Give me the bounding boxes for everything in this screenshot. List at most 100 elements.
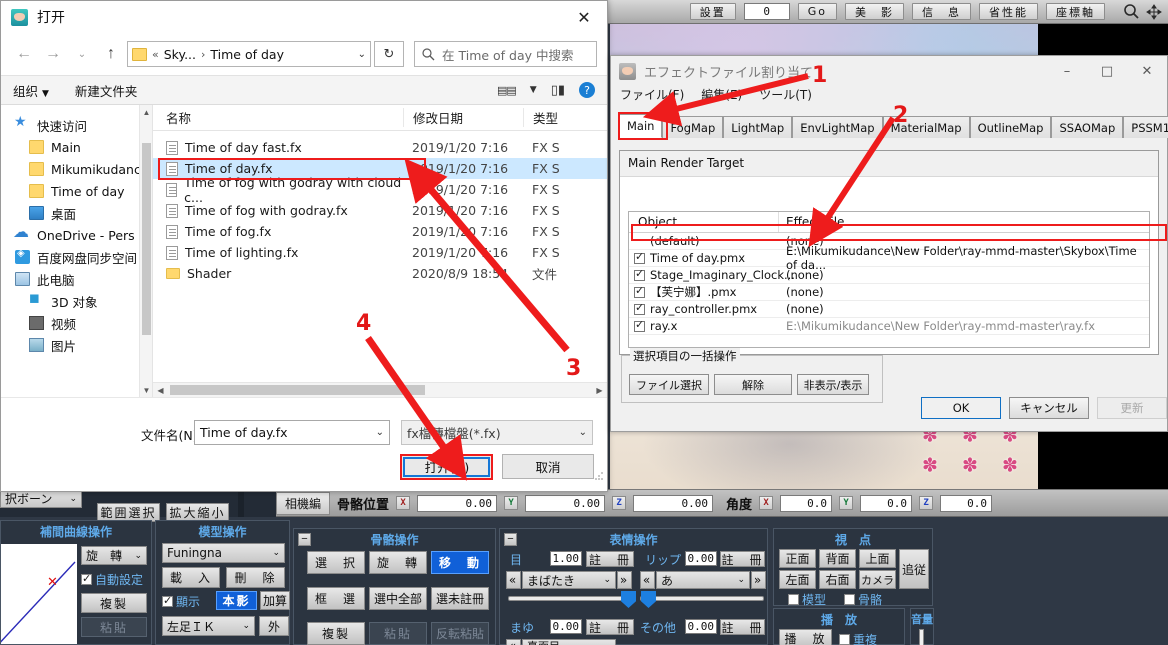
sidebar-item-7[interactable]: 此电脑 [1, 268, 152, 290]
file-row[interactable]: Time of lighting.fx 2019/1/20 7:16 FX S [153, 242, 607, 263]
view-right-button[interactable]: 右面 [819, 570, 856, 589]
view-bone-checkbox[interactable]: 骨骼 [844, 591, 882, 608]
sidebar-item-9[interactable]: 视频 [1, 312, 152, 334]
menu-edit[interactable]: 編集(E) [701, 86, 742, 106]
auto-set-checkbox[interactable]: 自動設定 [81, 571, 143, 588]
go-button[interactable]: Go [797, 3, 837, 20]
sidebar-item-8[interactable]: 3D 对象 [1, 290, 152, 312]
help-icon[interactable]: ? [579, 82, 595, 98]
close-icon[interactable]: ✕ [561, 1, 607, 33]
effect-button[interactable]: 美 影 [845, 3, 904, 20]
eye-slider-knob[interactable] [621, 591, 636, 608]
interp-mode-dropdown[interactable]: 旋 轉 ⌄ [81, 546, 147, 565]
performance-button[interactable]: 省性能 [979, 3, 1038, 20]
bone-pos-x-input[interactable]: 0.00 [417, 494, 498, 512]
brow-value-input[interactable]: 0.00 [550, 619, 582, 634]
tab-fogmap[interactable]: FogMap [662, 116, 724, 138]
view-left-button[interactable]: 左面 [779, 570, 816, 589]
model-add-button[interactable]: 加算 [260, 591, 290, 610]
row-checkbox[interactable] [634, 250, 645, 264]
lip-slider-knob[interactable] [641, 591, 656, 608]
up-arrow-icon[interactable]: ↑ [98, 41, 124, 67]
lip-next-button[interactable]: » [751, 571, 766, 589]
ik-bone-dropdown[interactable]: 左足ＩＫ ⌄ [162, 616, 255, 636]
sidebar-scrollbar[interactable]: ▲ ▼ [139, 105, 152, 397]
resize-grip-icon[interactable] [594, 471, 604, 481]
sidebar-item-3[interactable]: Time of day [1, 180, 152, 202]
view-top-button[interactable]: 上面 [859, 549, 896, 568]
play-button[interactable]: 播 放 [779, 629, 832, 645]
bone-move-button[interactable]: 移 動 [431, 551, 489, 574]
interp-paste-button[interactable]: 粘貼 [81, 617, 147, 637]
breadcrumb[interactable]: « Sky... › Time of day ⌄ [127, 41, 371, 67]
eye-value-input[interactable]: 1.00 [550, 551, 582, 566]
bone-select-button[interactable]: 選 択 [307, 551, 365, 574]
update-button[interactable]: 更新 [1097, 397, 1167, 419]
row-checkbox[interactable] [634, 318, 645, 332]
preview-pane-icon[interactable]: ▯▮ [551, 83, 565, 98]
lip-register-button[interactable]: 註 冊 [720, 551, 765, 567]
open-button[interactable]: 打开(O) [401, 454, 493, 479]
angle-y-input[interactable]: 0.0 [860, 494, 913, 512]
effect-table-row[interactable]: ray.x E:\Mikumikudance\New Folder\ray-mmd… [629, 318, 1149, 335]
batch-toggle-visibility-button[interactable]: 非表示/表示 [797, 374, 869, 395]
file-list[interactable]: 名称 修改日期 类型 Time of day fast.fx 2019/1/20 … [153, 105, 607, 397]
brow-register-button[interactable]: 註 冊 [586, 619, 634, 635]
breadcrumb-part-1[interactable]: Sky... [164, 47, 196, 62]
setting-button[interactable]: 設置 [689, 3, 736, 20]
column-header-name[interactable]: 名称 [153, 108, 403, 127]
bone-paste-button[interactable]: 粘貼 [369, 622, 427, 645]
bone-rotate-button[interactable]: 旋 轉 [369, 551, 427, 574]
filename-input[interactable]: Time of day.fx ⌄ [194, 420, 390, 445]
file-row[interactable]: Time of day fast.fx 2019/1/20 7:16 FX S [153, 137, 607, 158]
model-delete-button[interactable]: 刪 除 [226, 567, 285, 588]
effect-table-row[interactable]: 【芙宁娜】.pmx (none) [629, 284, 1149, 301]
effect-table-row[interactable]: ray_controller.pmx (none) [629, 301, 1149, 318]
sidebar-item-5[interactable]: OneDrive - Pers [1, 222, 152, 246]
close-icon[interactable]: ✕ [1127, 56, 1167, 86]
lip-morph-dropdown[interactable]: あ ⌄ [656, 571, 750, 589]
other-value-input[interactable]: 0.00 [685, 619, 717, 634]
breadcrumb-part-2[interactable]: Time of day [210, 47, 284, 62]
effect-table[interactable]: Object Effect File (default)(none)Time o… [628, 211, 1150, 348]
organize-button[interactable]: 组织 ▼ [13, 81, 49, 100]
view-follow-button[interactable]: 追従 [899, 549, 929, 589]
view-front-button[interactable]: 正面 [779, 549, 816, 568]
file-list-hscrollbar[interactable]: ◀ ▶ [153, 382, 607, 397]
effect-table-row[interactable]: Stage_Imaginary_Clock...(none) [629, 267, 1149, 284]
file-row[interactable]: Time of fog with godray with cloud c... 2… [153, 175, 607, 205]
view-back-button[interactable]: 背面 [819, 549, 856, 568]
face-panel-collapse-button[interactable]: − [504, 533, 517, 546]
frame-select-button[interactable]: 框 選 [307, 587, 365, 610]
sidebar-item-6[interactable]: 百度网盘同步空间 [1, 246, 152, 268]
other-register-button[interactable]: 註 冊 [720, 619, 765, 635]
interp-copy-button[interactable]: 複製 [81, 593, 147, 613]
new-folder-button[interactable]: 新建文件夹 [75, 81, 138, 100]
camera-edit-button[interactable]: 相機編 [276, 491, 331, 515]
tab-pssm1[interactable]: PSSM1 [1123, 116, 1168, 138]
angle-x-input[interactable]: 0.0 [780, 494, 833, 512]
axis-button[interactable]: 座標軸 [1046, 3, 1105, 20]
interp-curve-graph[interactable]: ✕ [0, 544, 77, 644]
model-display-checkbox[interactable]: 顯示 [162, 593, 200, 610]
chevron-down-icon[interactable]: ⌄ [358, 49, 366, 60]
volume-slider[interactable] [919, 629, 924, 645]
hscroll-thumb[interactable] [170, 385, 425, 395]
sidebar-item-4[interactable]: 桌面 [1, 202, 152, 224]
sidebar-item-1[interactable]: Main [1, 136, 152, 158]
file-row[interactable]: Time of fog with godray.fx 2019/1/20 7:16… [153, 200, 607, 221]
batch-release-button[interactable]: 解除 [714, 374, 792, 395]
row-checkbox[interactable] [634, 267, 645, 281]
scroll-left-icon[interactable]: ◀ [153, 386, 168, 395]
lip-value-input[interactable]: 0.00 [685, 551, 717, 566]
view-model-checkbox[interactable]: 模型 [788, 591, 826, 608]
eye-morph-dropdown[interactable]: まばたき ⌄ [522, 571, 616, 589]
lip-slider-track[interactable] [640, 596, 764, 601]
select-unregistered-button[interactable]: 選未註冊 [431, 587, 489, 610]
select-all-button[interactable]: 選中全部 [369, 587, 427, 610]
recent-locations-icon[interactable]: ⌄ [69, 41, 95, 67]
refresh-icon[interactable]: ↻ [374, 41, 404, 67]
outside-parent-button[interactable]: 外 [259, 616, 289, 636]
column-header-type[interactable]: 类型 [523, 108, 607, 127]
file-row[interactable]: Shader 2020/8/9 18:54 文件 [153, 263, 607, 284]
